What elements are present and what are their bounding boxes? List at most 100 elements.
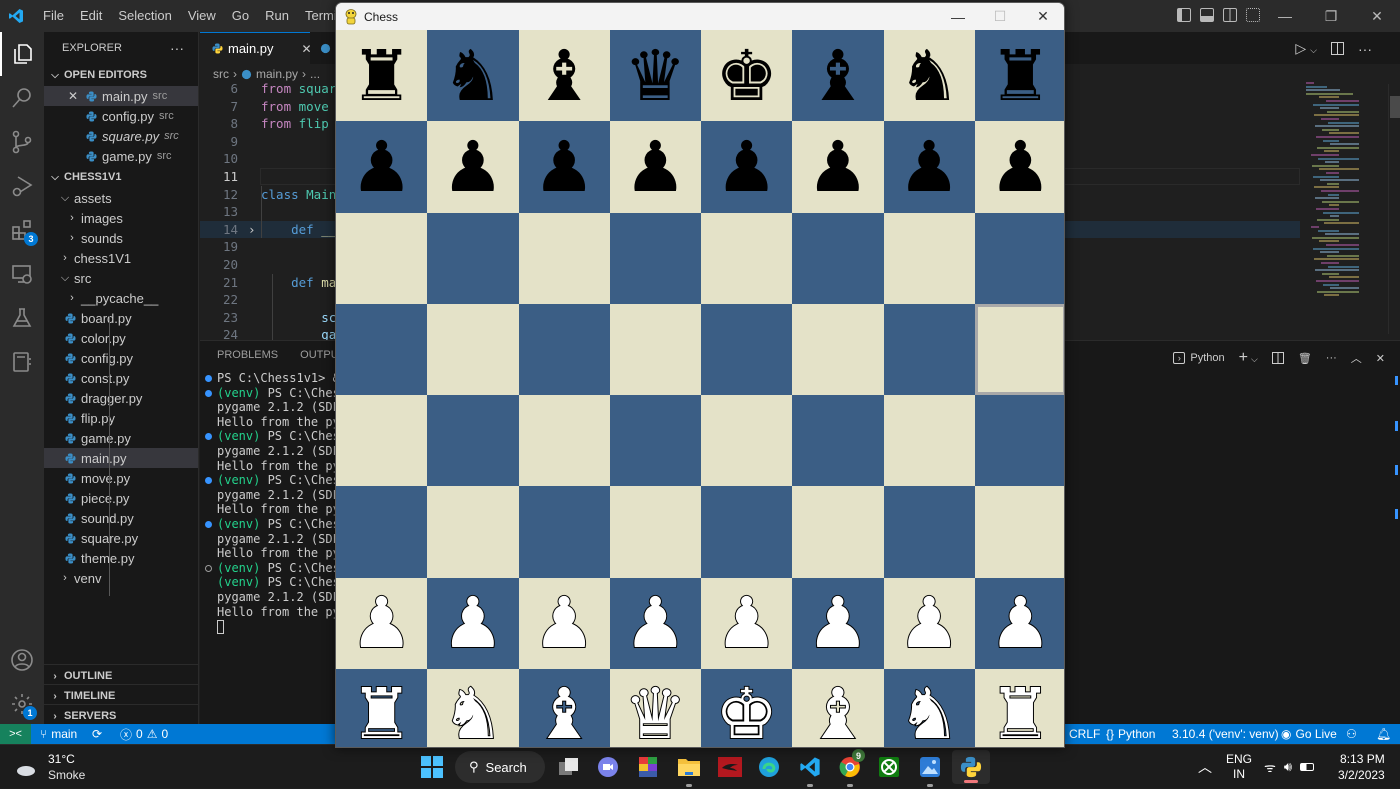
quick-settings-button[interactable]: ᯤ 🔊︎	[1264, 745, 1315, 789]
open-editor-item[interactable]: square.py src	[44, 126, 198, 146]
kali-linux-button[interactable]	[716, 753, 744, 781]
square-c5[interactable]	[518, 303, 610, 395]
remote-explorer-activity[interactable]	[0, 252, 44, 296]
toggle-panel-icon[interactable]	[1200, 8, 1214, 22]
black-bishop-icon[interactable]: ♝	[533, 41, 596, 111]
maximize-panel-button[interactable]: ︿	[1351, 350, 1362, 366]
black-pawn-icon[interactable]: ♟	[806, 132, 869, 202]
input-language-indicator[interactable]: ENG IN	[1226, 745, 1252, 789]
problems-indicator[interactable]: ⓧ 0 ⚠ 0	[120, 724, 168, 744]
command-decoration-icon[interactable]	[205, 389, 212, 397]
square-c3[interactable]	[518, 486, 610, 578]
square-f7[interactable]: ♟	[792, 121, 884, 213]
white-pawn-icon[interactable]: ♟	[988, 587, 1053, 659]
photos-button[interactable]	[916, 753, 944, 787]
chess-close-button[interactable]: ✕	[1021, 3, 1064, 30]
square-a7[interactable]: ♟	[336, 121, 428, 213]
explorer-activity[interactable]	[0, 32, 44, 76]
customize-layout-icon[interactable]	[1246, 8, 1260, 22]
fold-chevron-icon[interactable]: ›	[248, 221, 256, 239]
branch-indicator[interactable]: ⑂ main	[40, 724, 77, 744]
terminal-profile[interactable]: › Python	[1173, 352, 1225, 364]
square-h8[interactable]: ♜	[974, 30, 1064, 122]
menu-file[interactable]: File	[35, 0, 72, 32]
square-a2[interactable]: ♟	[336, 577, 428, 669]
black-pawn-icon[interactable]: ♟	[350, 132, 413, 202]
square-c4[interactable]	[518, 395, 610, 487]
task-view-button[interactable]	[555, 753, 583, 781]
white-bishop-icon[interactable]: ♝	[532, 678, 597, 747]
square-h5[interactable]	[974, 303, 1064, 395]
breadcrumb-folder[interactable]: src	[213, 67, 229, 81]
square-f1[interactable]: ♝	[792, 668, 884, 747]
file-item[interactable]: square.py	[44, 528, 198, 548]
square-a6[interactable]	[336, 212, 428, 304]
white-knight-icon[interactable]: ♞	[440, 678, 505, 747]
square-b2[interactable]: ♟	[427, 577, 519, 669]
open-editor-item[interactable]: config.py src	[44, 106, 198, 126]
square-g7[interactable]: ♟	[883, 121, 975, 213]
square-d4[interactable]	[609, 395, 701, 487]
weather-widget[interactable]: 31°C Smoke	[16, 745, 85, 789]
accounts-activity[interactable]	[0, 638, 44, 682]
new-terminal-button[interactable]: + ⌵	[1239, 349, 1258, 367]
menu-view[interactable]: View	[180, 0, 224, 32]
panel-more-button[interactable]: ···	[1326, 352, 1337, 364]
square-d8[interactable]: ♛	[609, 30, 701, 122]
manage-activity[interactable]: 1	[0, 682, 44, 726]
white-pawn-icon[interactable]: ♟	[349, 587, 414, 659]
square-c1[interactable]: ♝	[518, 668, 610, 747]
folder-item[interactable]: › __pycache__	[44, 288, 198, 308]
file-item[interactable]: board.py	[44, 308, 198, 328]
kill-terminal-button[interactable]: 🗑	[1298, 352, 1312, 365]
open-editor-item[interactable]: game.py src	[44, 146, 198, 166]
black-pawn-icon[interactable]: ♟	[715, 132, 778, 202]
tab-main-py[interactable]: main.py ✕	[200, 32, 312, 64]
minimize-button[interactable]: —	[1262, 0, 1308, 32]
close-editor-icon[interactable]: ✕	[68, 89, 86, 103]
square-c7[interactable]: ♟	[518, 121, 610, 213]
square-f4[interactable]	[792, 395, 884, 487]
square-h6[interactable]	[974, 212, 1064, 304]
minimap[interactable]	[1300, 80, 1385, 320]
editor-more-actions-button[interactable]: ···	[1358, 41, 1372, 57]
menu-selection[interactable]: Selection	[110, 0, 179, 32]
file-item[interactable]: sound.py	[44, 508, 198, 528]
square-a3[interactable]	[336, 486, 428, 578]
file-item[interactable]: dragger.py	[44, 388, 198, 408]
white-pawn-icon[interactable]: ♟	[440, 587, 505, 659]
split-editor-button[interactable]	[1331, 42, 1344, 55]
square-b8[interactable]: ♞	[427, 30, 519, 122]
menu-edit[interactable]: Edit	[72, 0, 110, 32]
folder-item[interactable]: ⌵ assets	[44, 188, 198, 208]
white-pawn-icon[interactable]: ♟	[714, 587, 779, 659]
menu-go[interactable]: Go	[224, 0, 257, 32]
square-h3[interactable]	[974, 486, 1064, 578]
square-d1[interactable]: ♛	[609, 668, 701, 747]
square-g4[interactable]	[883, 395, 975, 487]
extensions-activity[interactable]: 3	[0, 208, 44, 252]
white-bishop-icon[interactable]: ♝	[805, 678, 870, 747]
teams-chat-button[interactable]	[594, 753, 622, 781]
square-f6[interactable]	[792, 212, 884, 304]
square-e7[interactable]: ♟	[701, 121, 793, 213]
square-e8[interactable]: ♚	[701, 30, 793, 122]
square-g1[interactable]: ♞	[883, 668, 975, 747]
file-item[interactable]: game.py	[44, 428, 198, 448]
file-explorer-button[interactable]	[675, 753, 703, 787]
chess-minimize-button[interactable]: —	[936, 3, 980, 30]
white-rook-icon[interactable]: ♜	[349, 678, 414, 747]
black-rook-icon[interactable]: ♜	[350, 41, 413, 111]
square-d7[interactable]: ♟	[609, 121, 701, 213]
file-item[interactable]: move.py	[44, 468, 198, 488]
toggle-primary-sidebar-icon[interactable]	[1177, 8, 1191, 22]
black-queen-icon[interactable]: ♛	[624, 41, 687, 111]
file-item[interactable]: color.py	[44, 328, 198, 348]
chrome-button[interactable]: 9	[836, 749, 865, 787]
notifications-button[interactable]: 🔔︎	[1376, 724, 1391, 744]
square-a4[interactable]	[336, 395, 428, 487]
square-e1[interactable]: ♚	[701, 668, 793, 747]
close-window-button[interactable]: ✕	[1354, 0, 1400, 32]
square-d6[interactable]	[609, 212, 701, 304]
square-f5[interactable]	[792, 303, 884, 395]
